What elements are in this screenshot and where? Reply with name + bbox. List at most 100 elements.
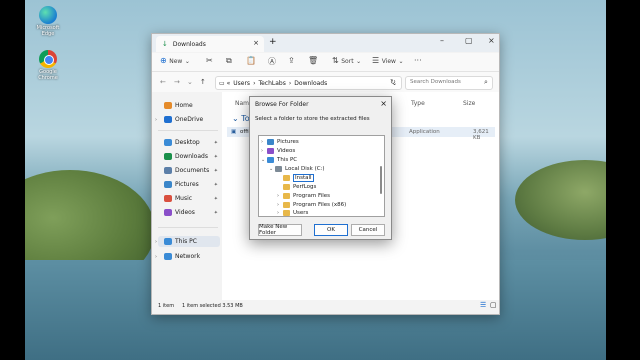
chevron-down-icon: ⌄ <box>232 114 239 123</box>
chevron-right-icon[interactable]: › <box>155 117 157 123</box>
tree-item-install[interactable]: Install <box>277 174 314 182</box>
ok-button[interactable]: OK <box>314 224 348 236</box>
share-icon[interactable]: ⇪ <box>288 56 295 65</box>
up-button[interactable]: ↑ <box>200 78 206 86</box>
chevron-down-icon: ⌄ <box>398 58 404 65</box>
chevron-right-icon: › <box>288 79 292 87</box>
edge-icon <box>39 6 57 24</box>
close-window-button[interactable]: × <box>488 36 495 45</box>
tree-item-program-files-x86[interactable]: › Program Files (x86) <box>277 201 346 209</box>
folder-name-editor[interactable]: Install <box>293 174 314 182</box>
copy-icon[interactable]: ⧉ <box>226 56 232 66</box>
home-icon <box>164 102 172 109</box>
tree-item-pictures[interactable]: › Pictures <box>261 138 299 146</box>
command-bar: ⊕ New ⌄ ✂ ⧉ 📋 Ⓐ ⇪ 🗑 ⇅ Sort ⌄ ☰ View ⌄ ··… <box>152 53 499 72</box>
tree-item-label: Program Files <box>293 193 331 199</box>
details-view-icon[interactable]: ☰ <box>480 301 486 309</box>
sidebar-item-videos[interactable]: Videos ✦ <box>158 207 220 218</box>
sort-label: Sort <box>341 58 354 65</box>
tree-item-videos[interactable]: › Videos <box>261 147 295 155</box>
delete-icon[interactable]: 🗑 <box>308 56 318 65</box>
pin-icon: ✦ <box>213 153 218 160</box>
breadcrumb-item[interactable]: Users <box>233 80 250 87</box>
navigation-pane: Home › OneDrive Desktop ✦ Downloads ✦ Do… <box>152 92 221 300</box>
desktop-icon-label: Microsoft Edge <box>36 25 60 37</box>
tree-item-local-disk[interactable]: ⌄ Local Disk (C:) <box>269 165 325 173</box>
column-header-size[interactable]: Size <box>463 100 475 107</box>
minimize-button[interactable]: – <box>440 36 444 45</box>
videos-icon <box>267 148 274 154</box>
chevron-down-icon: ⌄ <box>356 58 362 65</box>
sidebar-item-desktop[interactable]: Desktop ✦ <box>158 137 220 148</box>
search-input[interactable]: Search Downloads ⌕ <box>405 76 493 90</box>
sidebar-item-label: Home <box>175 102 193 109</box>
column-header-type[interactable]: Type <box>411 100 425 107</box>
sidebar-item-downloads[interactable]: Downloads ✦ <box>158 151 220 162</box>
download-icon <box>164 153 172 160</box>
view-button[interactable]: ☰ View ⌄ <box>372 56 404 65</box>
tab-downloads[interactable]: ↓ Downloads × <box>156 36 264 52</box>
breadcrumb-item[interactable]: Downloads <box>294 80 327 87</box>
chevron-right-icon[interactable]: › <box>155 254 157 260</box>
tree-item-program-files[interactable]: › Program Files <box>277 192 330 200</box>
scrollbar-thumb[interactable] <box>380 166 382 194</box>
address-bar[interactable]: ▭ « Users › TechLabs › Downloads ⌄ <box>215 76 402 90</box>
drive-icon <box>275 166 282 172</box>
new-label: New <box>169 58 183 65</box>
recent-locations-button[interactable]: ⌄ <box>187 78 193 86</box>
make-new-folder-button[interactable]: Make New Folder <box>258 224 302 236</box>
refresh-icon[interactable]: ↻ <box>390 78 396 86</box>
sidebar-item-network[interactable]: › Network <box>155 251 220 262</box>
videos-icon <box>164 209 172 216</box>
paste-icon[interactable]: 📋 <box>246 56 256 65</box>
sidebar-item-documents[interactable]: Documents ✦ <box>158 165 220 176</box>
forward-button[interactable]: → <box>174 78 180 86</box>
desktop-icon-edge[interactable]: Microsoft Edge <box>34 6 62 37</box>
application-icon: ▣ <box>231 129 237 135</box>
sidebar-item-pictures[interactable]: Pictures ✦ <box>158 179 220 190</box>
tree-item-this-pc[interactable]: ⌄ This PC <box>261 156 297 164</box>
tree-item-label: PerfLogs <box>293 184 317 190</box>
desktop-icon-chrome[interactable]: Google Chrome <box>34 50 62 81</box>
dialog-title: Browse For Folder <box>255 101 309 108</box>
folder-icon <box>283 184 290 190</box>
tree-item-label: This PC <box>277 157 298 163</box>
tree-item-perflogs[interactable]: PerfLogs <box>277 183 316 191</box>
sidebar-item-music[interactable]: Music ✦ <box>158 193 220 204</box>
back-button[interactable]: ← <box>160 78 166 86</box>
close-icon[interactable]: × <box>253 39 259 47</box>
pin-icon: ✦ <box>213 139 218 146</box>
tree-item-label: Users <box>293 210 309 216</box>
selection-info: 1 item selected 3.53 MB <box>182 303 243 309</box>
dialog-message: Select a folder to store the extracted f… <box>255 116 370 122</box>
chevron-right-icon[interactable]: › <box>155 239 157 245</box>
sidebar-item-this-pc[interactable]: › This PC <box>155 236 220 247</box>
cut-icon[interactable]: ✂ <box>206 56 213 65</box>
sidebar-item-onedrive[interactable]: › OneDrive <box>155 114 220 125</box>
breadcrumb-item[interactable]: TechLabs <box>258 80 285 87</box>
maximize-button[interactable]: ▢ <box>465 36 473 45</box>
file-type: Application <box>409 129 440 135</box>
folder-tree[interactable]: › Pictures › Videos ⌄ This PC ⌄ Local Di… <box>258 135 385 217</box>
chrome-icon <box>39 50 57 68</box>
letterbox-right <box>606 0 640 360</box>
sort-button[interactable]: ⇅ Sort ⌄ <box>332 56 361 65</box>
landscape-hill <box>515 160 606 240</box>
sidebar-item-home[interactable]: Home <box>158 100 220 111</box>
tree-item-users[interactable]: › Users <box>277 209 309 216</box>
new-tab-button[interactable]: + <box>269 37 277 47</box>
tiles-view-icon[interactable]: ▢ <box>490 301 497 309</box>
folder-icon <box>283 202 290 208</box>
more-options-icon[interactable]: ··· <box>414 56 422 65</box>
rename-icon[interactable]: Ⓐ <box>268 56 276 67</box>
new-button[interactable]: ⊕ New ⌄ <box>160 56 190 65</box>
divider <box>158 227 218 228</box>
download-icon: ↓ <box>162 40 168 48</box>
close-icon[interactable]: × <box>380 99 387 108</box>
sidebar-item-label: This PC <box>175 238 197 245</box>
plus-icon: ⊕ <box>160 56 167 65</box>
cancel-button[interactable]: Cancel <box>351 224 385 236</box>
sidebar-item-label: OneDrive <box>175 116 204 123</box>
file-size: 3,621 KB <box>473 129 489 141</box>
tree-item-label: Pictures <box>277 139 299 145</box>
